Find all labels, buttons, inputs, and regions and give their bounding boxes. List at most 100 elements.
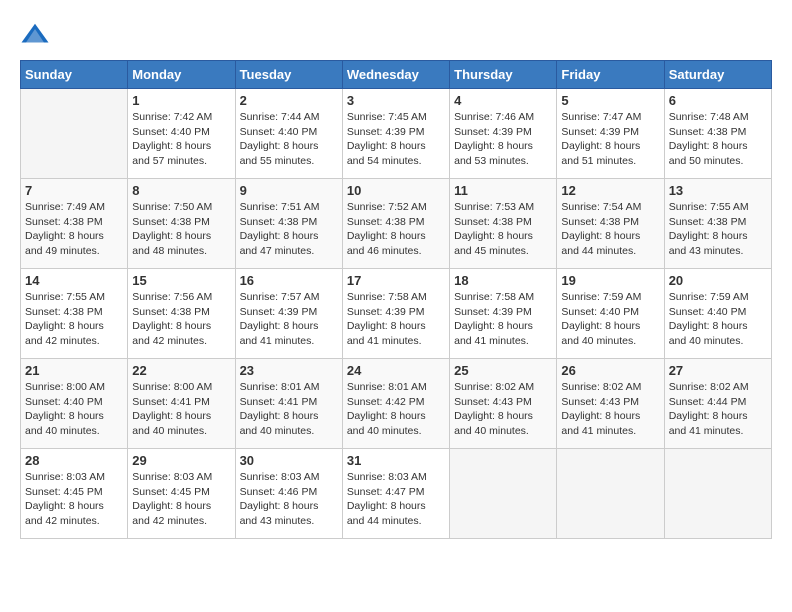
day-number: 13 bbox=[669, 183, 767, 198]
day-info: Sunrise: 7:54 AM Sunset: 4:38 PM Dayligh… bbox=[561, 200, 659, 259]
day-info: Sunrise: 8:00 AM Sunset: 4:41 PM Dayligh… bbox=[132, 380, 230, 439]
weekday-header: Friday bbox=[557, 61, 664, 89]
day-number: 1 bbox=[132, 93, 230, 108]
day-info: Sunrise: 8:03 AM Sunset: 4:46 PM Dayligh… bbox=[240, 470, 338, 529]
calendar-cell: 3Sunrise: 7:45 AM Sunset: 4:39 PM Daylig… bbox=[342, 89, 449, 179]
day-number: 9 bbox=[240, 183, 338, 198]
calendar-cell: 27 Sunrise: 8:02 AM Sunset: 4:44 PM Dayli… bbox=[664, 359, 771, 449]
day-number: 12 bbox=[561, 183, 659, 198]
calendar-cell: 2Sunrise: 7:44 AM Sunset: 4:40 PM Daylig… bbox=[235, 89, 342, 179]
day-number: 29 bbox=[132, 453, 230, 468]
day-info: Sunrise: 8:02 AM Sunset: 4:43 PM Dayligh… bbox=[454, 380, 552, 439]
calendar-cell: 7 Sunrise: 7:49 AM Sunset: 4:38 PM Daylig… bbox=[21, 179, 128, 269]
day-info: Sunrise: 7:58 AM Sunset: 4:39 PM Dayligh… bbox=[347, 290, 445, 349]
day-info: Sunrise: 7:52 AM Sunset: 4:38 PM Dayligh… bbox=[347, 200, 445, 259]
day-number: 20 bbox=[669, 273, 767, 288]
calendar-cell: 21 Sunrise: 8:00 AM Sunset: 4:40 PM Dayli… bbox=[21, 359, 128, 449]
day-number: 8 bbox=[132, 183, 230, 198]
calendar-cell: 30 Sunrise: 8:03 AM Sunset: 4:46 PM Dayli… bbox=[235, 449, 342, 539]
day-number: 25 bbox=[454, 363, 552, 378]
day-info: Sunrise: 7:59 AM Sunset: 4:40 PM Dayligh… bbox=[561, 290, 659, 349]
calendar-cell: 6 Sunrise: 7:48 AM Sunset: 4:38 PM Daylig… bbox=[664, 89, 771, 179]
day-info: Sunrise: 8:03 AM Sunset: 4:45 PM Dayligh… bbox=[132, 470, 230, 529]
day-number: 19 bbox=[561, 273, 659, 288]
day-number: 6 bbox=[669, 93, 767, 108]
weekday-header: Tuesday bbox=[235, 61, 342, 89]
day-info: Sunrise: 8:03 AM Sunset: 4:47 PM Dayligh… bbox=[347, 470, 445, 529]
day-number: 16 bbox=[240, 273, 338, 288]
page-header bbox=[20, 20, 772, 50]
calendar-cell bbox=[450, 449, 557, 539]
day-number: 15 bbox=[132, 273, 230, 288]
calendar-cell: 20 Sunrise: 7:59 AM Sunset: 4:40 PM Dayli… bbox=[664, 269, 771, 359]
calendar-cell bbox=[557, 449, 664, 539]
calendar: SundayMondayTuesdayWednesdayThursdayFrid… bbox=[20, 60, 772, 539]
calendar-week-row: 1 Sunrise: 7:42 AM Sunset: 4:40 PM Daylig… bbox=[21, 89, 772, 179]
day-number: 4 bbox=[454, 93, 552, 108]
calendar-cell: 19 Sunrise: 7:59 AM Sunset: 4:40 PM Dayli… bbox=[557, 269, 664, 359]
calendar-cell: 31 Sunrise: 8:03 AM Sunset: 4:47 PM Dayli… bbox=[342, 449, 449, 539]
day-info: Sunrise: 7:53 AM Sunset: 4:38 PM Dayligh… bbox=[454, 200, 552, 259]
calendar-cell: 28 Sunrise: 8:03 AM Sunset: 4:45 PM Dayli… bbox=[21, 449, 128, 539]
day-info: Sunrise: 7:58 AM Sunset: 4:39 PM Dayligh… bbox=[454, 290, 552, 349]
day-info: Sunrise: 7:42 AM Sunset: 4:40 PM Dayligh… bbox=[132, 110, 230, 169]
day-info: Sunrise: 8:00 AM Sunset: 4:40 PM Dayligh… bbox=[25, 380, 123, 439]
day-number: 18 bbox=[454, 273, 552, 288]
calendar-week-row: 28 Sunrise: 8:03 AM Sunset: 4:45 PM Dayli… bbox=[21, 449, 772, 539]
weekday-header: Wednesday bbox=[342, 61, 449, 89]
day-number: 27 bbox=[669, 363, 767, 378]
weekday-header-row: SundayMondayTuesdayWednesdayThursdayFrid… bbox=[21, 61, 772, 89]
day-number: 23 bbox=[240, 363, 338, 378]
day-number: 5 bbox=[561, 93, 659, 108]
day-info: Sunrise: 7:55 AM Sunset: 4:38 PM Dayligh… bbox=[25, 290, 123, 349]
day-info: Sunrise: 7:56 AM Sunset: 4:38 PM Dayligh… bbox=[132, 290, 230, 349]
day-number: 3 bbox=[347, 93, 445, 108]
weekday-header: Saturday bbox=[664, 61, 771, 89]
calendar-cell: 13 Sunrise: 7:55 AM Sunset: 4:38 PM Dayli… bbox=[664, 179, 771, 269]
day-number: 2 bbox=[240, 93, 338, 108]
day-number: 14 bbox=[25, 273, 123, 288]
logo bbox=[20, 20, 54, 50]
calendar-cell: 22 Sunrise: 8:00 AM Sunset: 4:41 PM Dayli… bbox=[128, 359, 235, 449]
calendar-cell: 4 Sunrise: 7:46 AM Sunset: 4:39 PM Daylig… bbox=[450, 89, 557, 179]
day-info: Sunrise: 7:48 AM Sunset: 4:38 PM Dayligh… bbox=[669, 110, 767, 169]
weekday-header: Sunday bbox=[21, 61, 128, 89]
day-info: Sunrise: 7:49 AM Sunset: 4:38 PM Dayligh… bbox=[25, 200, 123, 259]
calendar-week-row: 14 Sunrise: 7:55 AM Sunset: 4:38 PM Dayli… bbox=[21, 269, 772, 359]
day-number: 22 bbox=[132, 363, 230, 378]
day-info: Sunrise: 8:01 AM Sunset: 4:41 PM Dayligh… bbox=[240, 380, 338, 439]
calendar-cell: 11 Sunrise: 7:53 AM Sunset: 4:38 PM Dayli… bbox=[450, 179, 557, 269]
calendar-cell: 14 Sunrise: 7:55 AM Sunset: 4:38 PM Dayli… bbox=[21, 269, 128, 359]
calendar-cell: 9 Sunrise: 7:51 AM Sunset: 4:38 PM Daylig… bbox=[235, 179, 342, 269]
day-number: 7 bbox=[25, 183, 123, 198]
calendar-cell: 29 Sunrise: 8:03 AM Sunset: 4:45 PM Dayli… bbox=[128, 449, 235, 539]
day-info: Sunrise: 7:55 AM Sunset: 4:38 PM Dayligh… bbox=[669, 200, 767, 259]
day-info: Sunrise: 8:01 AM Sunset: 4:42 PM Dayligh… bbox=[347, 380, 445, 439]
day-info: Sunrise: 7:47 AM Sunset: 4:39 PM Dayligh… bbox=[561, 110, 659, 169]
calendar-cell: 1 Sunrise: 7:42 AM Sunset: 4:40 PM Daylig… bbox=[128, 89, 235, 179]
day-info: Sunrise: 7:46 AM Sunset: 4:39 PM Dayligh… bbox=[454, 110, 552, 169]
weekday-header: Monday bbox=[128, 61, 235, 89]
day-number: 24 bbox=[347, 363, 445, 378]
calendar-cell bbox=[21, 89, 128, 179]
day-number: 30 bbox=[240, 453, 338, 468]
calendar-week-row: 7 Sunrise: 7:49 AM Sunset: 4:38 PM Daylig… bbox=[21, 179, 772, 269]
calendar-cell bbox=[664, 449, 771, 539]
weekday-header: Thursday bbox=[450, 61, 557, 89]
day-number: 28 bbox=[25, 453, 123, 468]
day-number: 10 bbox=[347, 183, 445, 198]
calendar-cell: 17Sunrise: 7:58 AM Sunset: 4:39 PM Dayli… bbox=[342, 269, 449, 359]
logo-icon bbox=[20, 20, 50, 50]
day-number: 21 bbox=[25, 363, 123, 378]
day-info: Sunrise: 7:51 AM Sunset: 4:38 PM Dayligh… bbox=[240, 200, 338, 259]
calendar-cell: 23 Sunrise: 8:01 AM Sunset: 4:41 PM Dayli… bbox=[235, 359, 342, 449]
calendar-cell: 24 Sunrise: 8:01 AM Sunset: 4:42 PM Dayli… bbox=[342, 359, 449, 449]
day-info: Sunrise: 8:02 AM Sunset: 4:44 PM Dayligh… bbox=[669, 380, 767, 439]
calendar-cell: 25 Sunrise: 8:02 AM Sunset: 4:43 PM Dayli… bbox=[450, 359, 557, 449]
day-number: 11 bbox=[454, 183, 552, 198]
day-info: Sunrise: 8:03 AM Sunset: 4:45 PM Dayligh… bbox=[25, 470, 123, 529]
calendar-cell: 12 Sunrise: 7:54 AM Sunset: 4:38 PM Dayli… bbox=[557, 179, 664, 269]
day-info: Sunrise: 7:59 AM Sunset: 4:40 PM Dayligh… bbox=[669, 290, 767, 349]
calendar-cell: 26Sunrise: 8:02 AM Sunset: 4:43 PM Dayli… bbox=[557, 359, 664, 449]
day-number: 31 bbox=[347, 453, 445, 468]
